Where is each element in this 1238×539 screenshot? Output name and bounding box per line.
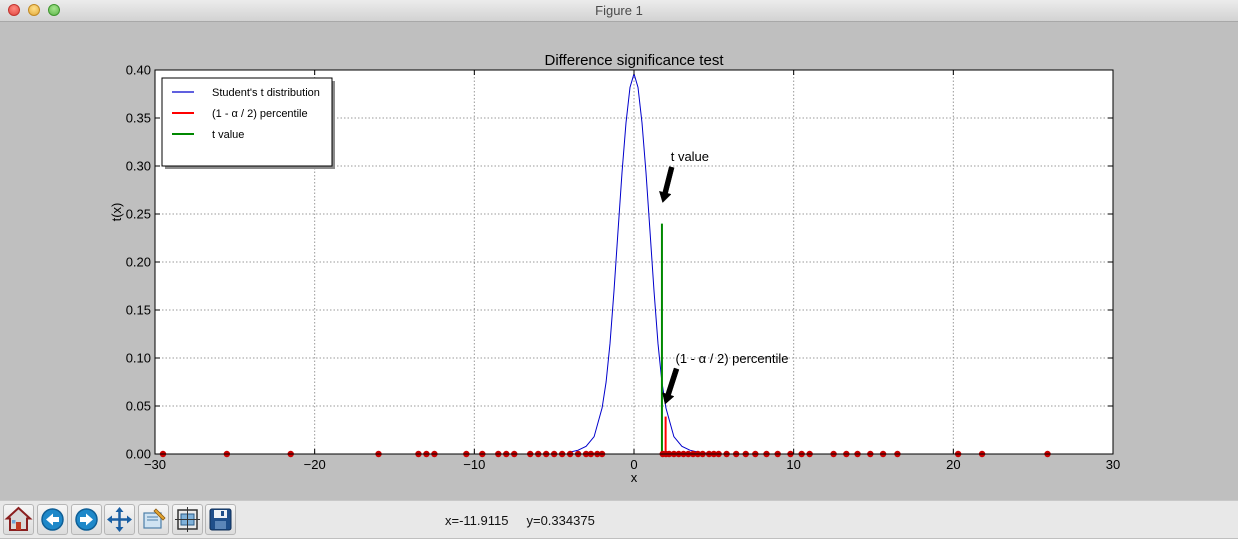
y-tick-label: 0.10 <box>126 351 151 366</box>
y-tick-label: 0.40 <box>126 63 151 78</box>
y-tick-label: 0.20 <box>126 255 151 270</box>
x-tick-label: −10 <box>463 457 485 472</box>
x-tick-label: 30 <box>1106 457 1120 472</box>
y-tick-label: 0.35 <box>126 111 151 126</box>
annotation-t-value: t value <box>671 149 709 164</box>
save-icon <box>209 508 232 531</box>
y-tick-label: 0.30 <box>126 159 151 174</box>
x-tick-label: 10 <box>786 457 800 472</box>
y-tick-label: 0.15 <box>126 303 151 318</box>
y-tick-label: 0.00 <box>126 447 151 462</box>
chart-title: Difference significance test <box>545 52 725 69</box>
legend-entry: Student's t distribution <box>212 87 320 99</box>
forward-icon <box>75 508 98 531</box>
legend-entry: (1 - α / 2) percentile <box>212 108 308 120</box>
cursor-x-readout: x=-11.9115 <box>445 513 509 528</box>
window-titlebar: Figure 1 <box>0 0 1238 22</box>
y-axis-label: t(x) <box>109 203 124 222</box>
cursor-coordinates: x=-11.9115 y=0.334375 <box>445 513 613 528</box>
x-tick-label: −20 <box>304 457 326 472</box>
forward-button[interactable] <box>71 504 102 535</box>
figure-canvas[interactable]: −30 −20 −10 0 10 20 30 0.00 0.05 0.10 0.15 0.20 0.25… <box>0 22 1238 500</box>
x-axis-label: x <box>631 470 638 485</box>
annotation-percentile: (1 - α / 2) percentile <box>676 351 789 366</box>
zoom-button[interactable] <box>138 504 169 535</box>
pan-icon <box>107 507 132 532</box>
save-button[interactable] <box>205 504 236 535</box>
x-tick-label: 20 <box>946 457 960 472</box>
navigation-toolbar: x=-11.9115 y=0.334375 <box>0 500 1238 538</box>
legend-entry: t value <box>212 129 244 141</box>
zoom-icon <box>143 508 166 529</box>
home-icon <box>4 506 33 531</box>
chart: −30 −20 −10 0 10 20 300.000.050.100.150.200.25… <box>109 52 1120 485</box>
home-button[interactable] <box>3 504 34 535</box>
window-title: Figure 1 <box>595 3 643 18</box>
y-tick-label: 0.05 <box>126 399 151 414</box>
subplots-button[interactable] <box>172 504 203 535</box>
y-tick-label: 0.25 <box>126 207 151 222</box>
pan-button[interactable] <box>104 504 135 535</box>
cursor-y-readout: y=0.334375 <box>526 513 595 528</box>
subplots-icon <box>175 507 200 532</box>
back-button[interactable] <box>37 504 68 535</box>
back-icon <box>41 508 64 531</box>
